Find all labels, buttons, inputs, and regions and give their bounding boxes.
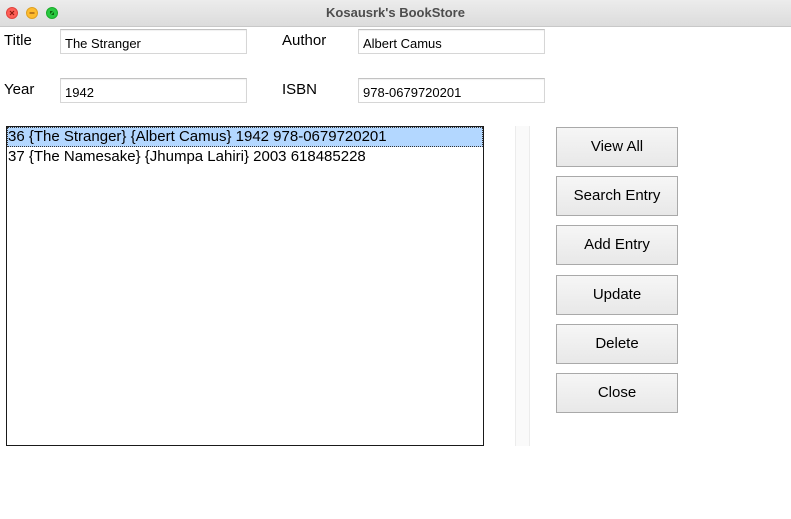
title-label: Title: [4, 32, 32, 49]
view-all-button[interactable]: View All: [556, 127, 678, 167]
year-label: Year: [4, 81, 35, 98]
book-listbox[interactable]: 36 {The Stranger} {Albert Camus} 1942 97…: [6, 126, 484, 446]
year-input[interactable]: [60, 78, 247, 103]
search-entry-button[interactable]: Search Entry: [556, 176, 678, 216]
list-scrollbar[interactable]: [515, 126, 530, 446]
delete-button[interactable]: Delete: [556, 324, 678, 364]
add-entry-button[interactable]: Add Entry: [556, 225, 678, 265]
author-input[interactable]: [358, 29, 545, 54]
close-button[interactable]: Close: [556, 373, 678, 413]
title-bar[interactable]: Kosausrk's BookStore: [0, 0, 791, 27]
isbn-label: ISBN: [282, 81, 318, 98]
list-item[interactable]: 37 {The Namesake} {Jhumpa Lahiri} 2003 6…: [7, 147, 483, 167]
isbn-input[interactable]: [358, 78, 545, 103]
window-title: Kosausrk's BookStore: [326, 5, 465, 20]
list-item[interactable]: 36 {The Stranger} {Albert Camus} 1942 97…: [7, 127, 483, 147]
author-label: Author: [282, 32, 327, 49]
title-input[interactable]: [60, 29, 247, 54]
bookstore-window: Kosausrk's BookStore Title Author Year I…: [0, 0, 791, 519]
update-button[interactable]: Update: [556, 275, 678, 315]
